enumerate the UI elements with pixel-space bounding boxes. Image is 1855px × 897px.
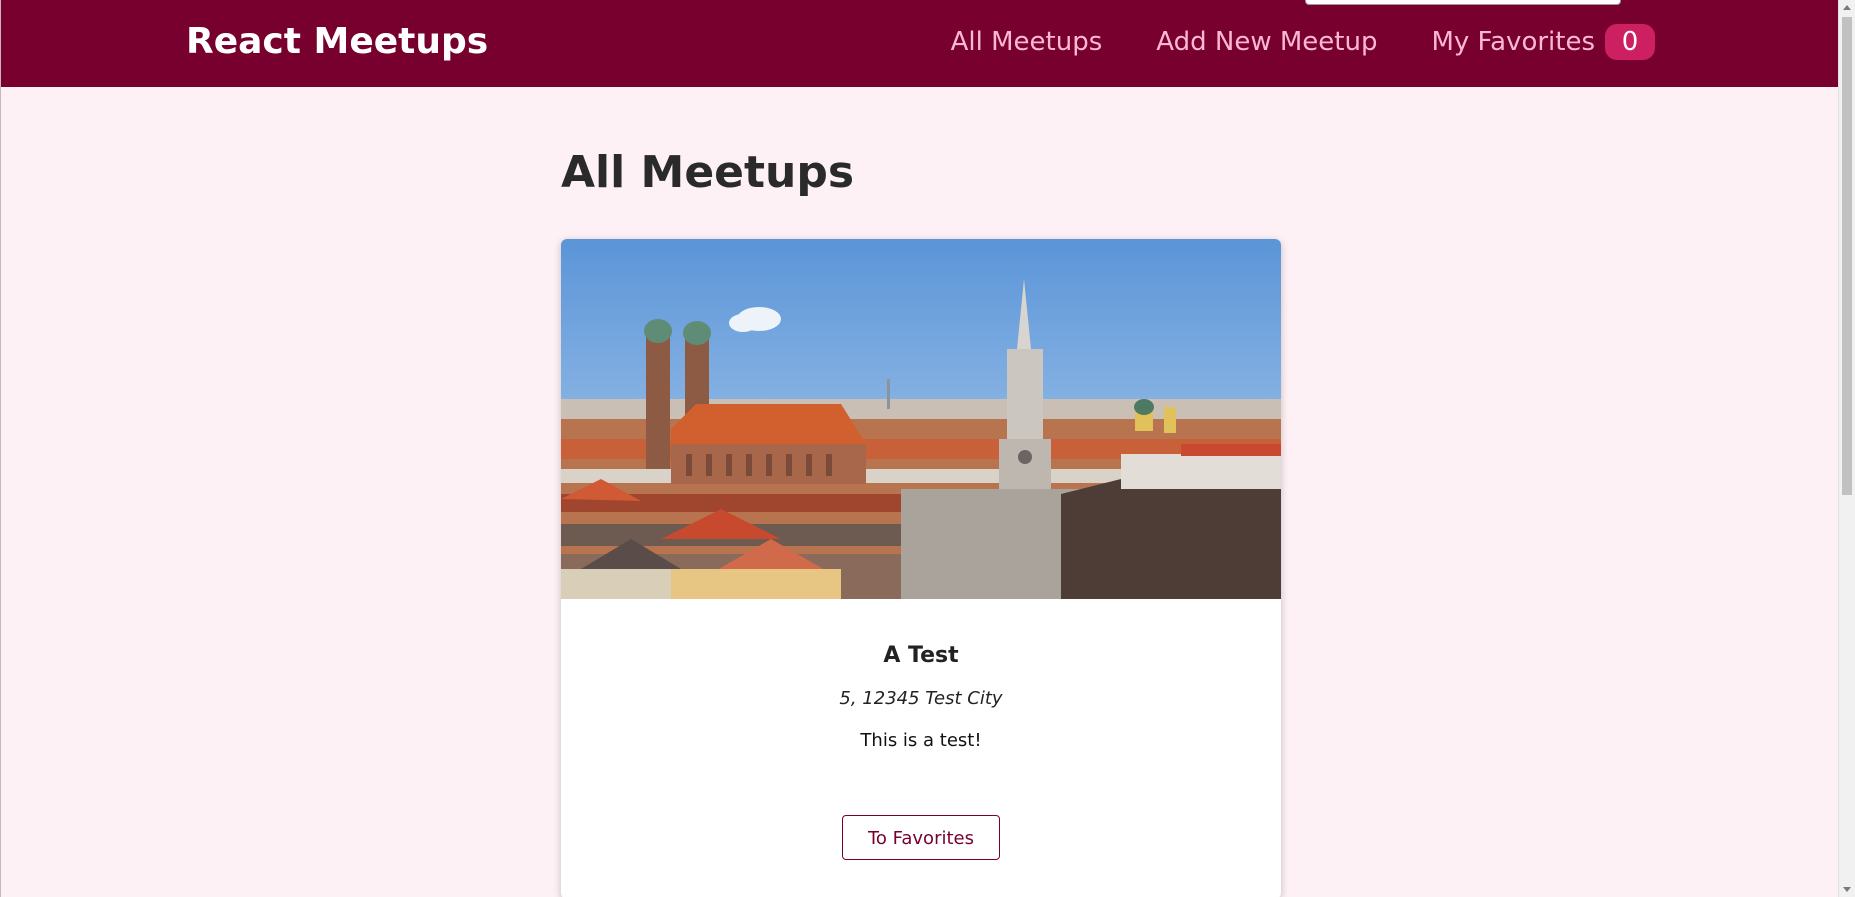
to-favorites-button[interactable]: To Favorites (842, 815, 1000, 860)
meetup-image (561, 239, 1281, 599)
favorites-count-badge: 0 (1605, 24, 1655, 60)
meetup-title: A Test (883, 643, 959, 668)
browser-viewport: React Meetups All Meetups Add New Meetup… (0, 0, 1855, 897)
vertical-scrollbar[interactable] (1838, 0, 1855, 897)
nav-link-add-new-meetup[interactable]: Add New Meetup (1156, 22, 1377, 62)
page-title: All Meetups (561, 147, 855, 198)
nav-links: All Meetups Add New Meetup My Favorites … (951, 22, 1655, 62)
nav-link-all-meetups[interactable]: All Meetups (951, 22, 1103, 62)
meetup-card: A Test 5, 12345 Test City This is a test… (561, 239, 1281, 897)
scrollbar-thumb[interactable] (1842, 17, 1852, 495)
nav-link-my-favorites-wrap[interactable]: My Favorites 0 (1431, 22, 1655, 62)
nav-link-my-favorites[interactable]: My Favorites (1431, 22, 1595, 62)
meetup-address: 5, 12345 Test City (839, 688, 1003, 709)
meetup-description: This is a test! (860, 730, 982, 751)
app-logo: React Meetups (186, 21, 489, 62)
meetup-card-body: A Test 5, 12345 Test City This is a test… (561, 599, 1281, 860)
meetup-image-illustration (561, 239, 1281, 599)
browser-popup-edge (1305, 0, 1621, 5)
scroll-down-arrow-icon[interactable] (1843, 887, 1851, 892)
scroll-up-arrow-icon[interactable] (1843, 5, 1851, 10)
main-navigation: React Meetups All Meetups Add New Meetup… (1, 0, 1839, 87)
